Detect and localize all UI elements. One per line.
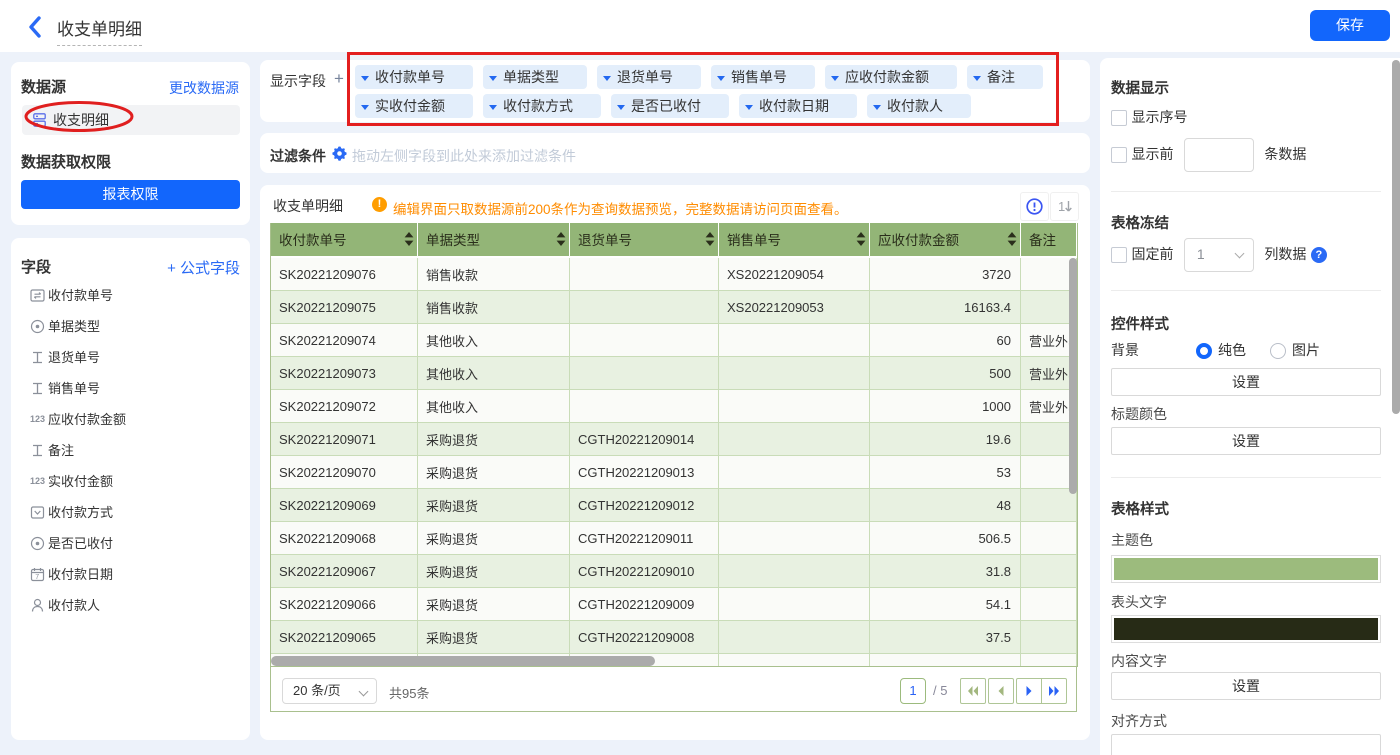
svg-text:1: 1 <box>1058 199 1065 214</box>
svg-text:7: 7 <box>35 574 39 581</box>
